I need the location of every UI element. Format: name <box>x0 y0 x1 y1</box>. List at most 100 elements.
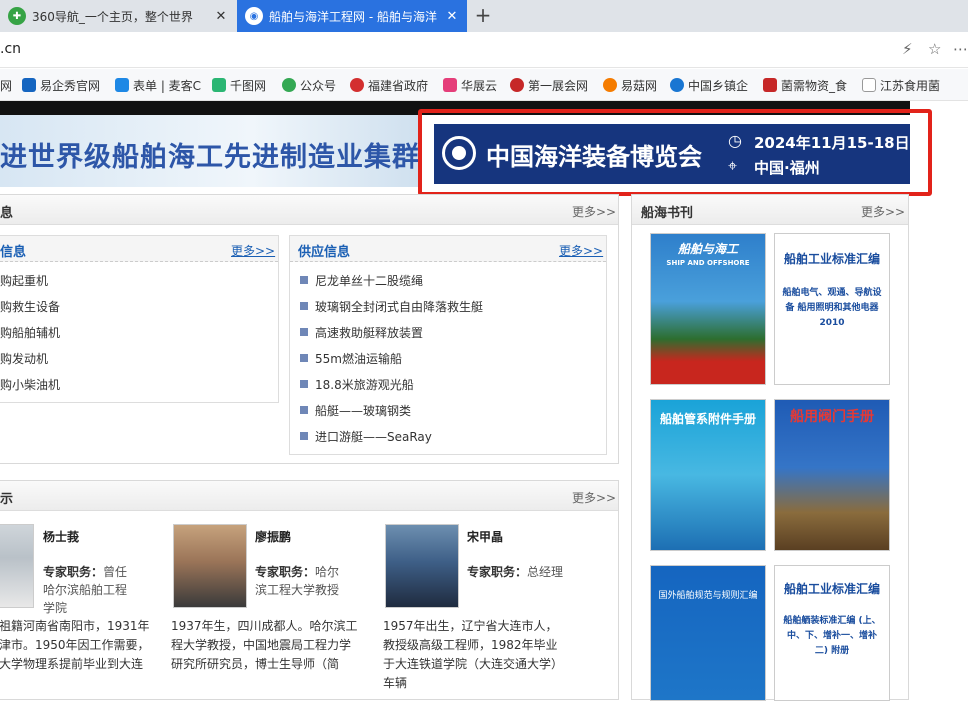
demand-more-link[interactable]: 更多>> <box>231 242 275 259</box>
book-title: 国外船舶规范与规则汇编 <box>658 591 758 601</box>
bookmark-item[interactable]: 公众号 <box>282 77 336 93</box>
bookmark-icon <box>603 78 617 92</box>
book-title: 船用阀门手册 <box>790 409 874 425</box>
expert-name[interactable]: 宋甲晶 <box>467 528 503 545</box>
more-link[interactable]: 更多>> <box>572 489 616 506</box>
bookmark-icon <box>115 78 129 92</box>
bookmark-item[interactable]: 表单 | 麦客C <box>115 77 201 93</box>
supply-info-box: 供应信息 更多>> 尼龙单丝十二股缆绳 玻璃钢全封闭式自由降落救生艇 高速救助艇… <box>289 235 607 455</box>
demand-title: 信息 <box>0 245 27 260</box>
book-cover[interactable]: 船舶工业标准汇编 船舶舾装标准汇编 (上、中、下、增补一、增补二) 附册 <box>774 565 890 701</box>
list-item[interactable]: 购小柴油机 <box>0 374 60 394</box>
list-item[interactable]: 高速救助艇释放装置 <box>300 322 423 342</box>
book-subtitle: SHIP AND OFFSHORE <box>666 259 750 267</box>
list-item[interactable]: 购船舶辅机 <box>0 322 60 342</box>
expert-role: 专家职务：总经理 <box>467 565 564 579</box>
bookmark-item[interactable]: 中国乡镇企 <box>670 77 748 93</box>
bookmark-icon <box>350 78 364 92</box>
banner-slogan: 进世界级船舶海工先进制造业集群 <box>0 142 420 173</box>
bookmark-icon <box>212 78 226 92</box>
book-title: 船舶工业标准汇编 <box>783 252 880 266</box>
bookmark-icon <box>763 78 777 92</box>
highlight-box <box>418 109 932 196</box>
new-tab-button[interactable]: + <box>472 4 494 26</box>
book-cover[interactable]: 船舶管系附件手册 <box>650 399 766 551</box>
bullet-icon <box>300 354 308 362</box>
expert-photo[interactable] <box>385 524 459 608</box>
close-icon[interactable]: ✕ <box>214 9 228 24</box>
bookmark-item[interactable]: 易企秀官网 <box>22 77 100 93</box>
list-item[interactable]: 船艇——玻璃钢类 <box>300 400 411 420</box>
book-cover[interactable]: 国外船舶规范与规则汇编 <box>650 565 766 701</box>
expert-photo[interactable] <box>0 524 34 608</box>
bookmarks-bar: 网 易企秀官网 表单 | 麦客C 千图网 公众号 福建省政府 华展云 第一展会网… <box>0 69 968 101</box>
bookmark-item[interactable]: 菌需物资_食 <box>763 77 847 93</box>
book-title: 船舶管系附件手册 <box>659 412 756 426</box>
bookmark-item[interactable]: 华展云 <box>443 77 497 93</box>
bookmark-item[interactable]: 第一展会网 <box>510 77 588 93</box>
bookmark-icon <box>670 78 684 92</box>
tab-bar: ✚ 360导航_一个主页，整个世界 ✕ ◉ 船舶与海洋工程网 - 船舶与海洋 ✕… <box>0 0 968 32</box>
list-item[interactable]: 购救生设备 <box>0 296 60 316</box>
lightning-icon[interactable]: ⚡ <box>902 40 913 58</box>
bookmark-item[interactable]: 福建省政府 <box>350 77 428 93</box>
supply-more-link[interactable]: 更多>> <box>559 242 603 259</box>
book-cover[interactable]: 船用阀门手册 <box>774 399 890 551</box>
bookmark-item[interactable]: 千图网 <box>212 77 266 93</box>
bullet-icon <box>300 328 308 336</box>
list-item[interactable]: 购发动机 <box>0 348 48 368</box>
bookmark-icon <box>282 78 296 92</box>
book-subtitle: 船舶电气、观通、导航设备 船用照明和其他电器 2010 <box>782 288 882 328</box>
expert-name[interactable]: 廖振鹏 <box>255 528 291 545</box>
info-panel-header: 息 更多>> <box>0 195 618 225</box>
bookmark-icon <box>510 78 524 92</box>
bookmark-icon <box>443 78 457 92</box>
more-icon[interactable]: ⋯ <box>953 40 968 58</box>
address-bar[interactable]: .cn ⚡ ☆ ⋯ <box>0 32 968 68</box>
bookmark-item[interactable]: 网 <box>0 77 12 93</box>
bullet-icon <box>300 302 308 310</box>
site-favicon-icon: ◉ <box>245 7 263 25</box>
more-link[interactable]: 更多>> <box>572 203 616 220</box>
demand-info-box: 信息 更多>> 购起重机 购救生设备 购船舶辅机 购发动机 购小柴油机 <box>0 235 279 403</box>
info-panel: 息 更多>> 信息 更多>> 购起重机 购救生设备 购船舶辅机 购发动机 购小柴… <box>0 194 619 464</box>
document-icon <box>862 78 876 92</box>
star-icon[interactable]: ☆ <box>928 40 941 58</box>
experts-panel: 示 更多>> 杨士莪 专家职务：曾任哈尔滨船舶工程学院 祖籍河南省南阳市，193… <box>0 480 619 700</box>
book-title: 船舶与海工 <box>677 242 738 256</box>
address-text[interactable]: .cn <box>0 41 21 57</box>
panel-title: 示 <box>0 492 14 507</box>
360-logo-icon: ✚ <box>8 7 26 25</box>
slogan-banner: 进世界级船舶海工先进制造业集群 <box>0 115 420 187</box>
list-item[interactable]: 玻璃钢全封闭式自由降落救生艇 <box>300 296 483 316</box>
panel-title: 船海书刊 <box>641 206 694 221</box>
tab-360-navigation[interactable]: ✚ 360导航_一个主页，整个世界 ✕ <box>0 0 236 32</box>
panel-title: 息 <box>0 206 14 221</box>
bookmark-item[interactable]: 江苏食用菌 <box>862 77 940 93</box>
expert-role: 专家职务：哈尔滨工程大学教授 <box>255 565 340 597</box>
tab-label: 船舶与海洋工程网 - 船舶与海洋 <box>269 9 437 24</box>
list-item[interactable]: 尼龙单丝十二股缆绳 <box>300 270 423 290</box>
more-link[interactable]: 更多>> <box>861 203 905 220</box>
expert-bio: 1937年生，四川成都人。哈尔滨工程大学教授，中国地震局工程力学研究所研究员，博… <box>171 619 358 671</box>
book-subtitle: 船舶舾装标准汇编 (上、中、下、增补一、增补二) 附册 <box>783 616 881 656</box>
expert-photo[interactable] <box>173 524 247 608</box>
book-cover[interactable]: 船舶与海工 SHIP AND OFFSHORE <box>650 233 766 385</box>
close-icon[interactable]: ✕ <box>445 9 459 24</box>
list-item[interactable]: 进口游艇——SeaRay <box>300 426 432 446</box>
list-item[interactable]: 55m燃油运输船 <box>300 348 402 368</box>
expert-bio: 祖籍河南省南阳市，1931年津市。1950年因工作需要，大学物理系提前毕业到大连 <box>0 619 150 671</box>
book-cover[interactable]: 船舶工业标准汇编 船舶电气、观通、导航设备 船用照明和其他电器 2010 <box>774 233 890 385</box>
expert-name[interactable]: 杨士莪 <box>43 528 79 545</box>
experts-panel-header: 示 更多>> <box>0 481 618 511</box>
bullet-icon <box>300 276 308 284</box>
list-item[interactable]: 18.8米旅游观光船 <box>300 374 414 394</box>
list-item[interactable]: 购起重机 <box>0 270 48 290</box>
books-panel-header: 船海书刊 更多>> <box>632 195 908 225</box>
bullet-icon <box>300 432 308 440</box>
bookmark-item[interactable]: 易菇网 <box>603 77 657 93</box>
bullet-icon <box>300 380 308 388</box>
tab-ship-ocean-engineering[interactable]: ◉ 船舶与海洋工程网 - 船舶与海洋 ✕ <box>237 0 467 32</box>
tab-label: 360导航_一个主页，整个世界 <box>32 9 193 24</box>
expert-role: 专家职务：曾任哈尔滨船舶工程学院 <box>43 565 128 615</box>
